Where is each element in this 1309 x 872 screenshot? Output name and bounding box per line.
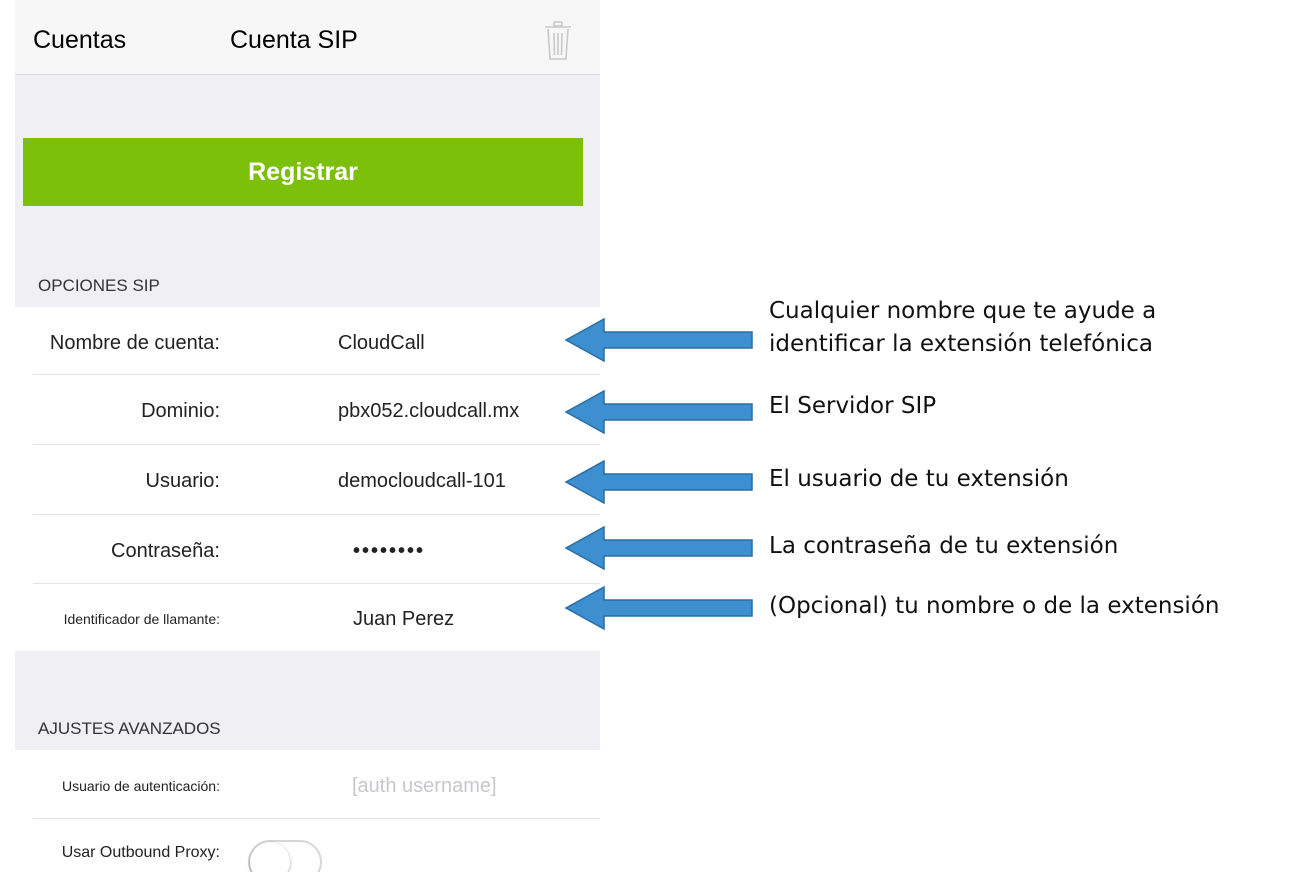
domain-row[interactable]: Dominio: pbx052.cloudcall.mx <box>15 377 600 445</box>
row-divider <box>33 818 600 819</box>
row-divider <box>33 374 600 375</box>
annotation-password: La contraseña de tu extensión <box>769 533 1119 559</box>
username-row[interactable]: Usuario: democloudcall-101 <box>15 447 600 515</box>
account-name-label: Nombre de cuenta: <box>49 331 220 354</box>
auth-user-row[interactable]: Usuario de autenticación: [auth username… <box>15 752 600 820</box>
trash-icon[interactable] <box>542 20 574 62</box>
section-header-advanced: AJUSTES AVANZADOS <box>38 719 221 738</box>
arrow-left-icon <box>564 389 753 435</box>
annotation-username: El usuario de tu extensión <box>769 466 1069 492</box>
domain-field[interactable]: pbx052.cloudcall.mx <box>338 377 519 445</box>
auth-user-field[interactable]: [auth username] <box>352 752 497 820</box>
annotation-text: identificar la extensión telefónica <box>769 331 1153 357</box>
annotation-caller-id: (Opcional) tu nombre o de la extensión <box>769 593 1220 619</box>
password-field[interactable]: •••••••• <box>353 517 425 585</box>
caller-id-row[interactable]: Identificador de llamante: Juan Perez <box>15 585 600 653</box>
register-button[interactable]: Registrar <box>23 138 583 206</box>
account-name-row[interactable]: Nombre de cuenta: CloudCall <box>15 309 600 377</box>
row-divider <box>33 444 600 445</box>
annotation-text: Cualquier nombre que te ayude a <box>769 298 1157 324</box>
navigation-bar: Cuentas Cuenta SIP <box>15 0 600 75</box>
password-label: Contraseña: <box>111 539 220 562</box>
domain-label: Dominio: <box>141 399 220 422</box>
arrow-left-icon <box>564 585 753 631</box>
annotation-domain: El Servidor SIP <box>769 393 937 419</box>
arrow-left-icon <box>564 525 753 571</box>
toggle-knob <box>250 842 290 872</box>
caller-id-label: Identificador de llamante: <box>63 611 220 627</box>
outbound-proxy-toggle[interactable] <box>248 840 322 872</box>
row-divider <box>33 583 600 584</box>
username-label: Usuario: <box>145 469 220 492</box>
outbound-proxy-label: Usar Outbound Proxy: <box>61 844 220 861</box>
annotation-account-name: Cualquier nombre que te ayude a identifi… <box>769 295 1156 361</box>
password-row[interactable]: Contraseña: •••••••• <box>15 517 600 585</box>
row-divider <box>33 514 600 515</box>
username-field[interactable]: democloudcall-101 <box>338 447 506 515</box>
arrow-left-icon <box>564 459 753 505</box>
section-header-sip-options: OPCIONES SIP <box>38 276 160 295</box>
arrow-left-icon <box>564 317 753 363</box>
auth-user-label: Usuario de autenticación: <box>62 778 220 794</box>
page-title: Cuenta SIP <box>230 26 358 54</box>
caller-id-field[interactable]: Juan Perez <box>353 585 454 653</box>
account-name-field[interactable]: CloudCall <box>338 309 425 377</box>
back-button-cuentas[interactable]: Cuentas <box>33 26 126 55</box>
sip-options-group: Nombre de cuenta: CloudCall Dominio: pbx… <box>15 307 600 651</box>
sip-account-screen: Cuentas Cuenta SIP Registrar OPCIONES SI… <box>15 0 600 872</box>
